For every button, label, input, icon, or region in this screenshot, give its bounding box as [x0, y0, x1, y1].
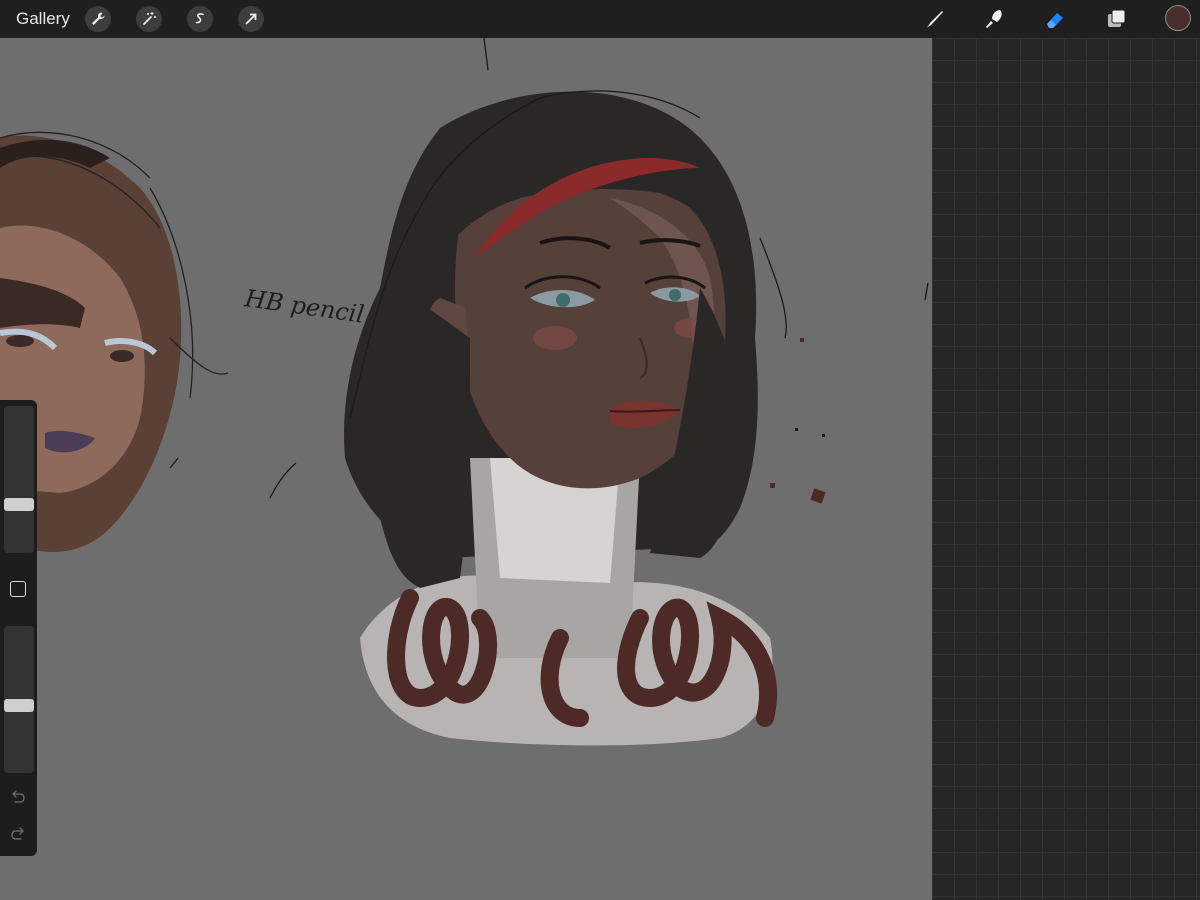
current-color-swatch[interactable]: [1165, 5, 1191, 31]
redo-icon[interactable]: [9, 825, 27, 843]
handwritten-note: HB pencil: [242, 284, 366, 329]
eraser-icon[interactable]: [1041, 5, 1069, 33]
opacity-slider[interactable]: [4, 626, 34, 773]
transform-arrow-icon[interactable]: [238, 6, 264, 32]
empty-canvas-area: [932, 38, 1200, 900]
brush-size-thumb[interactable]: [4, 498, 34, 511]
smudge-icon[interactable]: [980, 5, 1008, 33]
brush-icon[interactable]: [920, 5, 948, 33]
selection-icon[interactable]: [187, 6, 213, 32]
gallery-button[interactable]: Gallery: [16, 9, 70, 29]
magic-wand-icon[interactable]: [136, 6, 162, 32]
modifier-square-icon[interactable]: [10, 581, 26, 597]
top-toolbar: Gallery: [0, 0, 1200, 38]
left-sidebar: [0, 400, 37, 856]
drawing-canvas[interactable]: HB pencil: [0, 38, 932, 900]
opacity-thumb[interactable]: [4, 699, 34, 712]
brush-size-slider[interactable]: [4, 406, 34, 553]
wrench-icon[interactable]: [85, 6, 111, 32]
layers-icon[interactable]: [1103, 5, 1131, 33]
artwork-illustration: HB pencil: [0, 38, 929, 746]
undo-icon[interactable]: [9, 788, 27, 806]
